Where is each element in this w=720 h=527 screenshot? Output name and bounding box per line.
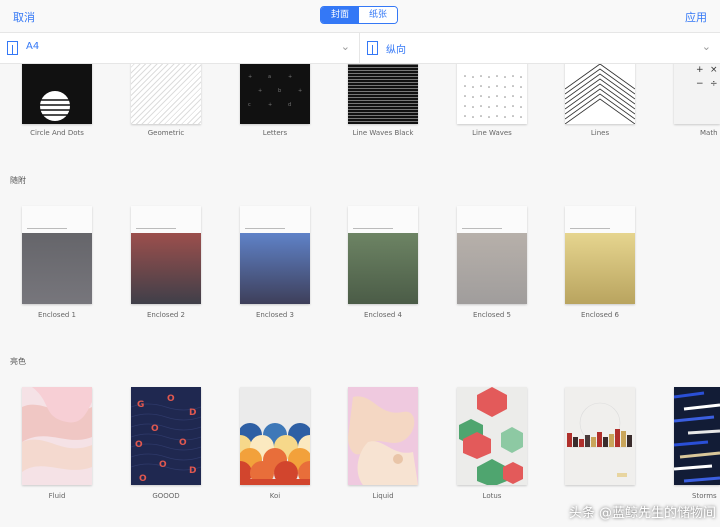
cover-label: Geometric — [147, 129, 185, 137]
svg-text:b: b — [278, 88, 281, 94]
cover-enclosed-6[interactable] — [565, 206, 635, 304]
svg-text:−: − — [696, 79, 704, 89]
cover-bars[interactable] — [565, 387, 635, 485]
dot-waves-pattern-icon — [464, 75, 522, 118]
svg-text:O: O — [179, 438, 187, 448]
cover-label: Line Waves Black — [352, 129, 414, 137]
svg-text:G: G — [137, 400, 144, 410]
cover-label: Math — [700, 129, 718, 137]
top-bar: 取消 封面 纸张 应用 — [0, 0, 720, 32]
cover-math[interactable]: + × − ÷ — [674, 64, 720, 124]
svg-text:×: × — [710, 65, 718, 75]
liquid-pattern-icon — [348, 396, 418, 485]
storms-pattern-icon — [674, 391, 720, 483]
svg-text:÷: ÷ — [710, 79, 718, 89]
chevron-lines-pattern-icon — [565, 64, 635, 124]
svg-text:+: + — [248, 74, 252, 80]
section-title-enclosed: 随附 — [10, 176, 26, 185]
svg-text:+: + — [696, 65, 704, 75]
cover-label: Lines — [590, 129, 610, 137]
tab-cover[interactable]: 封面 — [321, 7, 359, 23]
cover-label: Letters — [262, 129, 288, 137]
cover-label: Fluid — [48, 492, 66, 500]
cover-enclosed-1[interactable] — [22, 206, 92, 304]
cover-fluid[interactable] — [22, 387, 92, 485]
options-bar: A4 ⌄ 纵向 ⌄ — [0, 32, 720, 64]
cover-label: Enclosed 1 — [37, 311, 76, 319]
circle-pattern-icon — [40, 91, 70, 121]
svg-text:O: O — [135, 440, 143, 450]
cover-label: Enclosed 5 — [472, 311, 511, 319]
cover-gallery: Circle And Dots Geometric + a + + b + c + d Le… — [0, 64, 720, 527]
cover-enclosed-3[interactable] — [240, 206, 310, 304]
svg-text:O: O — [151, 424, 159, 434]
cover-lines[interactable] — [565, 64, 635, 124]
cover-circle-and-dots[interactable] — [22, 64, 92, 124]
cover-label: Enclosed 4 — [363, 311, 402, 319]
svg-text:+: + — [298, 88, 302, 94]
goood-pattern-icon: GO OD OO OD O — [131, 394, 201, 484]
cancel-button[interactable]: 取消 — [13, 9, 35, 25]
cover-label: GOOOD — [152, 492, 180, 500]
svg-text:a: a — [268, 74, 271, 80]
cover-koi[interactable] — [240, 387, 310, 485]
cover-line-waves[interactable] — [457, 64, 527, 124]
cover-label: Storms — [692, 492, 717, 500]
svg-text:+: + — [258, 88, 262, 94]
koi-scales-pattern-icon — [240, 423, 310, 485]
cover-liquid[interactable] — [348, 387, 418, 485]
chevron-down-icon: ⌄ — [701, 40, 711, 53]
fluid-pattern-icon — [22, 387, 92, 472]
cover-label: Enclosed 6 — [580, 311, 619, 319]
chevron-down-icon: ⌄ — [340, 40, 350, 53]
cover-label: Enclosed 3 — [255, 311, 294, 319]
math-symbols-icon: + × − ÷ — [696, 65, 718, 89]
cover-enclosed-2[interactable] — [131, 206, 201, 304]
cover-label: Enclosed 2 — [146, 311, 185, 319]
cover-label: Koi — [269, 492, 281, 500]
cover-label: Line Waves — [472, 129, 512, 137]
cover-geometric[interactable] — [131, 64, 201, 124]
section-title-bright: 亮色 — [10, 357, 26, 366]
svg-text:d: d — [288, 102, 291, 108]
cover-label: Circle And Dots — [30, 129, 84, 137]
svg-text:c: c — [248, 102, 251, 108]
svg-text:O: O — [167, 394, 175, 404]
tab-paper[interactable]: 纸张 — [359, 7, 397, 23]
cover-paper-segmented-control: 封面 纸张 — [320, 6, 398, 24]
cover-label: Liquid — [372, 492, 394, 500]
apply-button[interactable]: 应用 — [685, 9, 707, 25]
svg-text:+: + — [268, 102, 272, 108]
cover-enclosed-5[interactable] — [457, 206, 527, 304]
cover-storms[interactable] — [674, 387, 720, 485]
cover-letters[interactable]: + a + + b + c + d — [240, 64, 310, 124]
cover-label: Lotus — [482, 492, 502, 500]
svg-text:+: + — [288, 74, 292, 80]
page-icon — [367, 41, 378, 55]
watermark-text: 头条 @蓝鲸先生的储物间 — [568, 506, 716, 521]
svg-text:D: D — [189, 466, 196, 476]
cover-lotus[interactable] — [457, 387, 527, 485]
svg-text:O: O — [139, 474, 147, 484]
paper-size-selector[interactable]: A4 ⌄ — [0, 33, 360, 63]
cover-enclosed-4[interactable] — [348, 206, 418, 304]
svg-text:D: D — [189, 408, 196, 418]
letters-pattern-icon: + a + + b + c + d — [248, 74, 302, 108]
cover-goood[interactable]: GO OD OO OD O — [131, 387, 201, 485]
bars-pattern-icon — [567, 402, 632, 477]
orientation-value: 纵向 — [386, 45, 406, 56]
lotus-pattern-icon — [459, 387, 523, 485]
svg-text:O: O — [159, 460, 167, 470]
paper-size-value: A4 — [26, 41, 40, 52]
page-icon — [7, 41, 18, 55]
cover-line-waves-black[interactable] — [348, 64, 418, 124]
orientation-selector[interactable]: 纵向 ⌄ — [360, 33, 720, 63]
